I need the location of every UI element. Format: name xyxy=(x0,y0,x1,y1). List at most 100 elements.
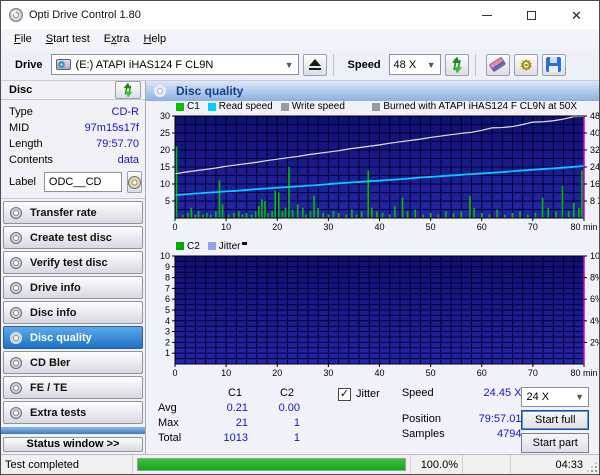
main-header: Disc quality xyxy=(146,81,599,101)
scan-speed-select[interactable]: 24 X ▼ xyxy=(521,387,589,407)
disc-label-button[interactable] xyxy=(126,171,142,193)
disc-icon xyxy=(10,381,22,394)
save-button[interactable] xyxy=(541,53,566,76)
refresh-icon xyxy=(451,56,462,73)
svg-text:20: 20 xyxy=(160,145,170,155)
c2-jitter-chart: 123456789102%4%6%8%10%01020304050607080 … xyxy=(160,252,600,378)
sidebar-item-fe-te[interactable]: FE / TE xyxy=(3,376,143,399)
svg-text:20: 20 xyxy=(272,222,282,232)
scan-speed-value: 24 X xyxy=(526,391,550,403)
disc-icon xyxy=(10,331,22,344)
svg-text:70: 70 xyxy=(528,368,538,378)
speed-stat-label: Speed xyxy=(401,387,434,399)
svg-text:40 X: 40 X xyxy=(590,128,600,138)
disc-label-input[interactable] xyxy=(43,172,122,192)
svg-text:0: 0 xyxy=(172,222,177,232)
svg-text:60: 60 xyxy=(477,368,487,378)
error-stats-table: C1 C2 Avg 0.21 0.00 Max 21 1 Total 1013 … xyxy=(158,387,312,454)
svg-text:4%: 4% xyxy=(590,316,600,326)
disc-type-value: CD-R xyxy=(111,106,140,118)
progress-bar xyxy=(133,455,411,474)
disc-contents-value: data xyxy=(117,154,139,166)
svg-text:8: 8 xyxy=(165,273,170,283)
menu-start-test[interactable]: Start test xyxy=(39,31,97,47)
sidebar-item-disc-quality[interactable]: Disc quality xyxy=(3,326,143,349)
svg-text:4: 4 xyxy=(165,316,170,326)
progress-fill xyxy=(138,459,405,470)
avg-c2-value: 0.00 xyxy=(278,402,300,414)
svg-text:15: 15 xyxy=(160,162,170,172)
menu-extra[interactable]: Extra xyxy=(97,31,137,47)
speed-label: Speed xyxy=(347,58,381,71)
sidebar-item-cd-bler[interactable]: CD Bler xyxy=(3,351,143,374)
svg-text:40: 40 xyxy=(374,368,384,378)
disc-quality-icon xyxy=(154,85,166,97)
burned-legend-label: Burned with ATAPI iHAS124 F CL9N at 50X xyxy=(383,101,577,112)
speed-select-value: 48 X xyxy=(393,58,417,71)
drive-icon xyxy=(55,59,71,70)
sidebar-item-disc-info[interactable]: Disc info xyxy=(3,301,143,324)
svg-text:1: 1 xyxy=(165,348,170,358)
jitter-checkbox-label: Jitter xyxy=(356,388,380,400)
disc-icon xyxy=(10,306,22,319)
start-full-button[interactable]: Start full xyxy=(521,410,589,430)
svg-text:10: 10 xyxy=(221,368,231,378)
svg-text:2: 2 xyxy=(165,337,170,347)
samples-stat-label: Samples xyxy=(401,428,445,440)
svg-text:70: 70 xyxy=(528,222,538,232)
start-part-button[interactable]: Start part xyxy=(521,433,589,453)
jitter-checkbox[interactable]: ✓ xyxy=(338,388,351,401)
max-row-label: Max xyxy=(158,417,179,429)
disc-refresh-button[interactable] xyxy=(115,81,141,99)
jitter-max-marker xyxy=(242,241,248,245)
resize-grip[interactable] xyxy=(589,455,599,474)
disc-icon xyxy=(10,406,22,419)
progress-percent: 100.0% xyxy=(411,455,463,474)
svg-text:30: 30 xyxy=(160,112,170,121)
c1-column-header: C1 xyxy=(227,387,242,399)
cd-icon xyxy=(127,175,141,189)
close-button[interactable]: ✕ xyxy=(554,1,599,29)
svg-text:80 min: 80 min xyxy=(570,222,597,232)
disc-contents-label: Contents xyxy=(9,154,54,166)
maximize-button[interactable] xyxy=(509,1,554,29)
svg-text:6%: 6% xyxy=(590,294,600,304)
svg-text:50: 50 xyxy=(426,222,436,232)
title-bar: Opti Drive Control 1.80 ✕ xyxy=(1,1,599,29)
svg-text:3: 3 xyxy=(165,327,170,337)
page-title: Disc quality xyxy=(176,84,244,98)
svg-text:10: 10 xyxy=(160,252,170,261)
svg-text:32 X: 32 X xyxy=(590,145,600,155)
status-bar: Test completed 100.0% 04:33 xyxy=(1,454,599,474)
sidebar-item-extra-tests[interactable]: Extra tests xyxy=(3,401,143,424)
disc-type-label: Type xyxy=(9,106,33,118)
erase-disc-button[interactable] xyxy=(485,53,510,76)
window-title: Opti Drive Control 1.80 xyxy=(29,9,141,21)
total-c1-value: 1013 xyxy=(223,432,248,444)
speed-stat-value: 24.45 X xyxy=(483,387,522,399)
drive-select[interactable]: (E:) ATAPI iHAS124 F CL9N ▼ xyxy=(50,54,299,75)
c1-legend-swatch xyxy=(176,102,184,111)
menu-file[interactable]: File xyxy=(7,31,39,47)
sidebar: Disc Type CD-R MID 97m15s17f Length 79:57.7… xyxy=(1,81,146,454)
settings-button[interactable]: ⚙ xyxy=(513,53,538,76)
sidebar-item-create-test-disc[interactable]: Create test disc xyxy=(3,226,143,249)
bottom-chart-legend: C2 Jitter xyxy=(146,240,599,252)
eject-button[interactable] xyxy=(302,53,327,76)
speed-select[interactable]: 48 X ▼ xyxy=(388,54,441,75)
sidebar-item-verify-test-disc[interactable]: Verify test disc xyxy=(3,251,143,274)
status-window-button[interactable]: Status window >> xyxy=(3,436,143,452)
disc-length-value: 79:57.70 xyxy=(96,138,139,150)
disc-mid-value: 97m15s17f xyxy=(84,122,139,134)
svg-text:7: 7 xyxy=(165,283,170,293)
eject-icon xyxy=(308,59,321,70)
refresh-button[interactable] xyxy=(444,53,469,76)
svg-text:25: 25 xyxy=(160,128,170,138)
sidebar-item-drive-info[interactable]: Drive info xyxy=(3,276,143,299)
svg-text:5: 5 xyxy=(165,305,170,315)
sidebar-item-transfer-rate[interactable]: Transfer rate xyxy=(3,201,143,224)
drive-label: Drive xyxy=(15,58,43,71)
minimize-button[interactable] xyxy=(464,1,509,29)
menu-help[interactable]: Help xyxy=(136,31,173,47)
disc-icon xyxy=(10,281,22,294)
